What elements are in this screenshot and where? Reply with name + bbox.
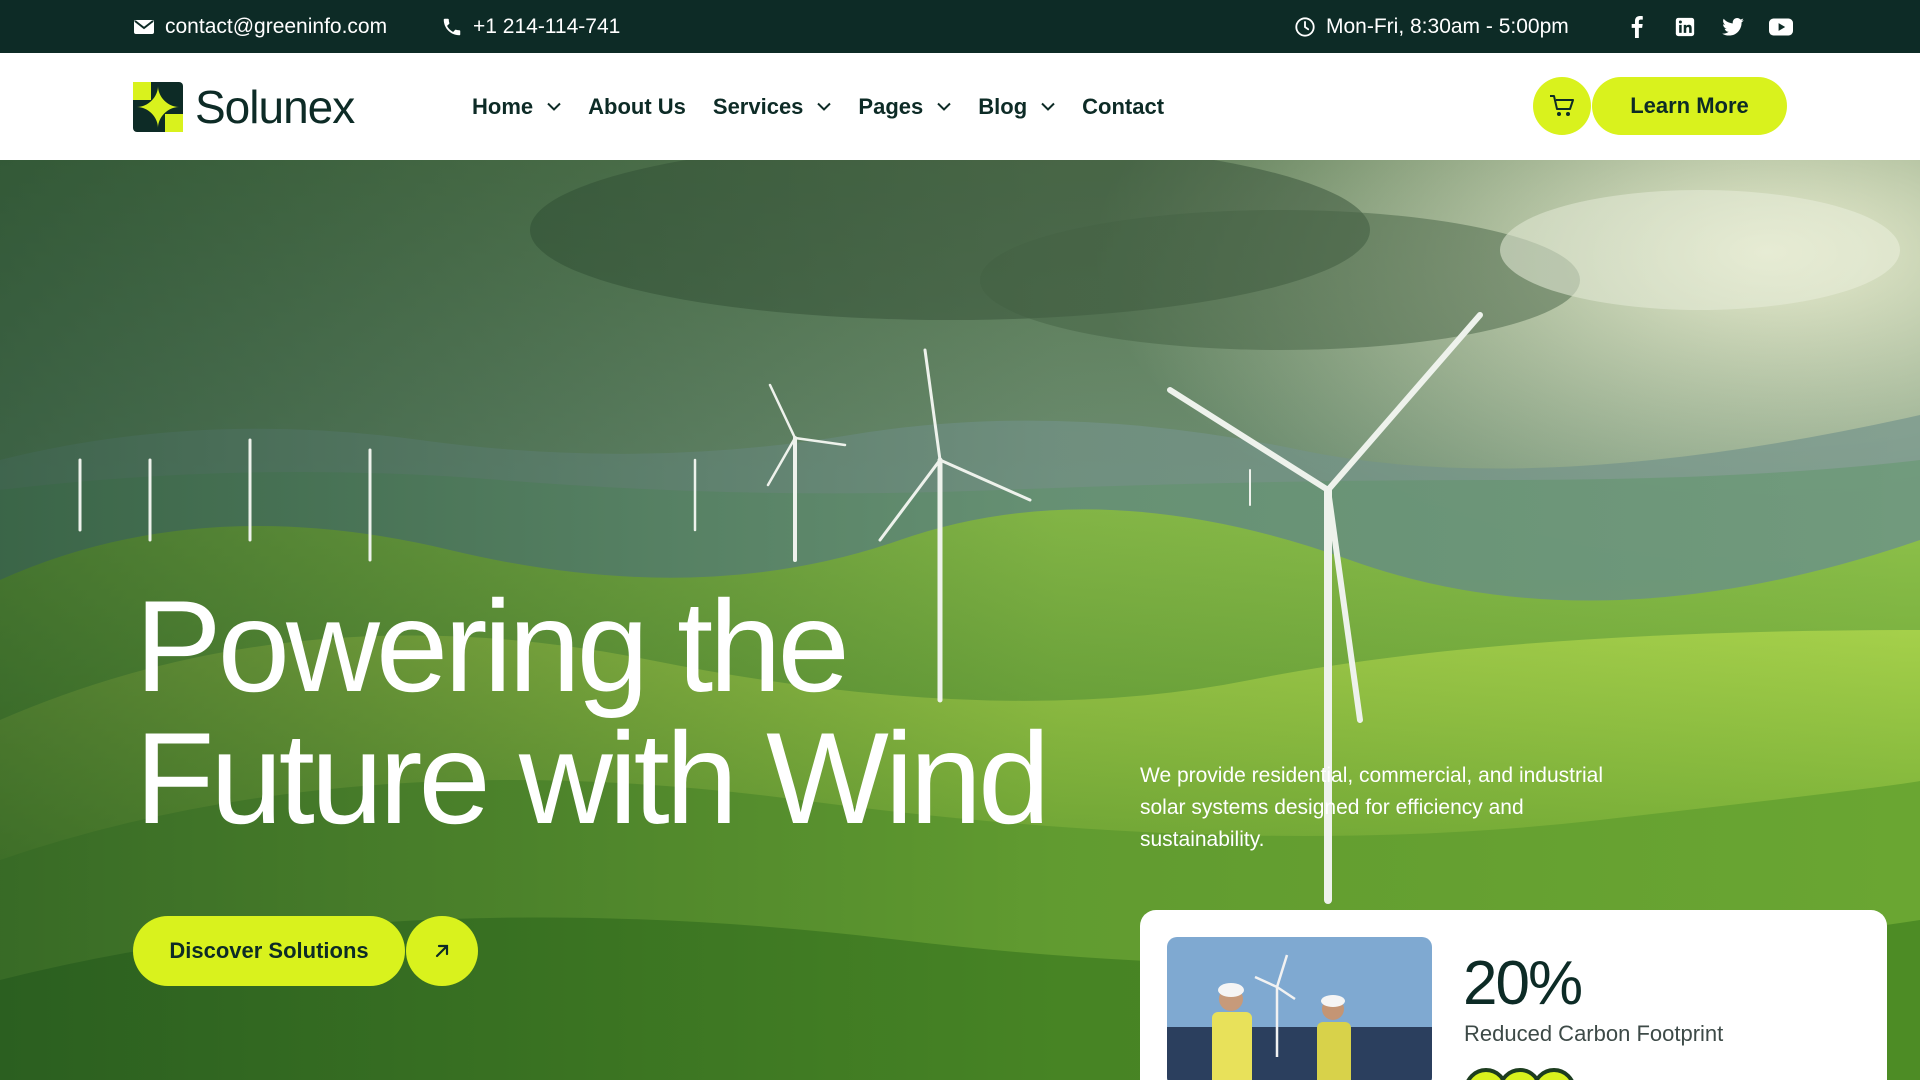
stat-label: Reduced Carbon Footprint — [1464, 1021, 1724, 1046]
nav-item-about-us[interactable]: About Us — [588, 94, 686, 120]
main-header: Solunex Home About Us Services Pages Blo… — [0, 53, 1920, 160]
arrow-up-right-icon — [435, 944, 449, 958]
topbar-phone-text: +1 214-114-741 — [473, 14, 621, 38]
avatar — [1532, 1068, 1576, 1080]
logo-mark-icon — [133, 82, 183, 132]
engineers-photo — [1167, 937, 1432, 1080]
nav-item-contact[interactable]: Contact — [1082, 94, 1164, 120]
topbar-email-text: contact@greeninfo.com — [165, 14, 388, 38]
arrow-button[interactable] — [406, 916, 478, 986]
avatar-group — [1464, 1068, 1576, 1080]
social-links — [1624, 0, 1794, 53]
logo[interactable]: Solunex — [133, 80, 355, 134]
chevron-down-icon — [547, 102, 561, 111]
stat-card: 20% Reduced Carbon Footprint — [1140, 910, 1887, 1080]
cart-icon — [1550, 95, 1574, 116]
chevron-down-icon — [937, 102, 951, 111]
nav-label: Contact — [1082, 93, 1165, 119]
nav-label: Blog — [978, 93, 1028, 119]
topbar-phone[interactable]: +1 214-114-741 — [441, 0, 620, 53]
cart-button[interactable] — [1533, 77, 1591, 135]
stat-value: 20% — [1463, 949, 1583, 1018]
hero-title-line-1: Powering the — [135, 573, 850, 719]
nav-item-blog[interactable]: Blog — [978, 94, 1055, 120]
phone-icon — [443, 18, 461, 35]
clock-icon — [1295, 16, 1315, 37]
discover-solutions-button[interactable]: Discover Solutions — [133, 916, 405, 986]
nav-label: About Us — [588, 93, 686, 119]
topbar-hours: Mon-Fri, 8:30am - 5:00pm — [1294, 0, 1569, 53]
hero-title-line-2: Future with Wind — [135, 705, 1050, 851]
chevron-down-icon — [1041, 102, 1055, 111]
topbar-email[interactable]: contact@greeninfo.com — [133, 0, 387, 53]
hero-section: Powering the Future with Wind We provide… — [0, 160, 1920, 1080]
hero-title: Powering the Future with Wind — [135, 573, 1050, 851]
facebook-icon[interactable] — [1624, 14, 1650, 40]
topbar-hours-text: Mon-Fri, 8:30am - 5:00pm — [1326, 14, 1569, 38]
top-bar: contact@greeninfo.com +1 214-114-741 Mon… — [0, 0, 1920, 53]
chevron-down-icon — [817, 102, 832, 111]
youtube-icon[interactable] — [1768, 14, 1794, 40]
twitter-icon[interactable] — [1720, 14, 1746, 40]
nav-label: Pages — [858, 93, 924, 119]
learn-more-button[interactable]: Learn More — [1592, 77, 1787, 135]
linkedin-icon[interactable] — [1672, 14, 1698, 40]
logo-text: Solunex — [195, 81, 355, 133]
nav-label: Services — [712, 93, 804, 119]
nav-label: Home — [472, 93, 534, 119]
mail-icon — [134, 19, 154, 34]
nav-item-pages[interactable]: Pages — [858, 94, 951, 120]
hero-description: We provide residential, commercial, and … — [1140, 764, 1603, 851]
main-nav: Home About Us Services Pages Blog Contac… — [472, 53, 1191, 160]
nav-item-home[interactable]: Home — [472, 94, 561, 120]
nav-item-services[interactable]: Services — [713, 94, 832, 120]
